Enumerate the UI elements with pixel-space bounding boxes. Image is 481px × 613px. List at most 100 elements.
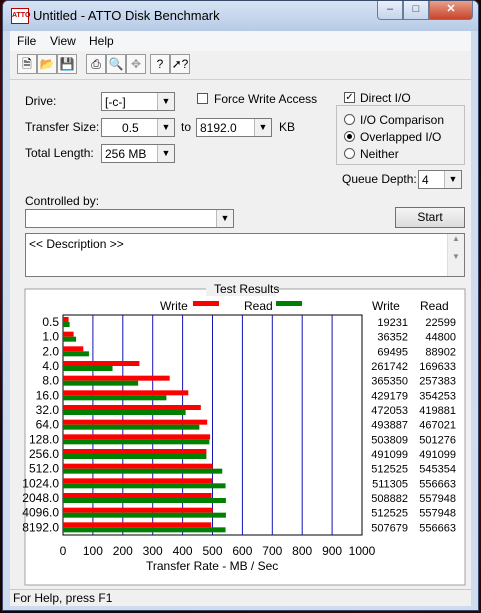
read-value: 556663 [419,522,456,534]
x-axis-label: Transfer Rate - MB / Sec [146,559,278,573]
x-tick-label: 100 [83,544,103,558]
category-label: 64.0 [36,418,60,432]
x-tick-label: 400 [173,544,193,558]
write-value: 36352 [377,332,408,344]
read-column-header: Read [420,299,449,313]
write-value: 69495 [377,346,408,358]
results-title: Test Results [214,282,279,296]
category-label: 4.0 [42,359,59,373]
write-bar [63,449,207,454]
read-value: 545354 [419,464,456,476]
client-area: File View Help 🗎 📂 💾 ⎙ 🔍 ✥ ? ➚? Drive: [… [10,31,471,606]
x-tick-label: 1000 [349,544,376,558]
read-bar [63,527,226,533]
x-tick-label: 0 [60,544,67,558]
read-value: 501276 [419,434,456,446]
x-tick-label: 300 [143,544,163,558]
write-bar [63,507,213,513]
category-label: 16.0 [36,388,60,402]
atto-app-icon: ATTO [11,8,30,24]
close-button[interactable]: ✕ [429,1,473,20]
x-tick-label: 900 [322,544,342,558]
read-bar [63,468,223,474]
write-value: 508882 [371,493,408,505]
read-value: 257383 [419,376,456,388]
category-label: 512.0 [29,462,59,476]
read-value: 169633 [419,361,456,373]
write-bar [63,346,84,352]
x-tick-label: 600 [232,544,252,558]
read-bar [63,424,200,430]
category-label: 4096.0 [22,506,59,520]
write-bar [63,434,211,440]
read-value: 557948 [419,493,456,505]
status-bar: For Help, press F1 [10,589,471,606]
write-bar [63,331,74,337]
read-bar [63,439,210,445]
write-bar [63,463,213,469]
category-label: 1.0 [42,330,59,344]
x-tick-label: 700 [262,544,282,558]
category-label: 8192.0 [22,520,59,534]
legend-write-label: Write [160,299,188,313]
write-value: 512525 [371,508,408,520]
x-tick-label: 800 [292,544,312,558]
write-bar [63,317,69,322]
write-value: 491099 [371,449,408,461]
read-bar [63,498,226,503]
category-label: 128.0 [29,432,59,446]
write-value: 493887 [371,420,408,432]
x-tick-label: 500 [202,544,222,558]
legend-write-swatch [193,301,219,306]
category-label: 8.0 [42,374,59,388]
category-label: 2048.0 [22,491,59,505]
category-label: 256.0 [29,447,59,461]
read-bar [63,410,186,415]
status-text: For Help, press F1 [13,591,113,605]
read-bar [63,322,70,327]
write-value: 511305 [372,478,408,490]
maximize-button[interactable]: □ [403,1,429,20]
read-bar [63,512,226,518]
write-value: 365350 [371,376,408,388]
category-label: 1024.0 [22,476,59,490]
category-label: 32.0 [36,403,60,417]
write-column-header: Write [372,299,400,313]
read-value: 22599 [425,317,456,329]
write-bar [63,419,208,425]
write-bar [63,390,189,396]
write-bar [63,478,213,484]
read-bar [63,351,89,357]
minimize-button[interactable]: – [377,1,403,20]
read-value: 419881 [419,405,456,417]
legend-read-label: Read [244,299,273,313]
read-value: 88902 [425,346,456,358]
read-bar [63,395,167,401]
read-value: 557948 [419,508,456,520]
app-window: ATTO Untitled - ATTO Disk Benchmark – □ … [2,0,479,611]
test-results-chart: Test Results Write Read Write Read Trans… [22,282,466,586]
category-label: 0.5 [42,315,59,329]
read-value: 491099 [419,449,456,461]
write-value: 472053 [371,405,408,417]
read-bar [63,454,207,459]
write-value: 429179 [371,390,408,402]
read-bar [63,380,139,386]
read-value: 467021 [419,420,456,432]
write-value: 19231 [377,317,408,329]
read-value: 354253 [419,390,456,402]
category-label: 2.0 [42,344,59,358]
x-tick-label: 200 [113,544,133,558]
read-bar [63,483,226,489]
write-bar [63,493,212,498]
write-bar [63,405,201,410]
write-value: 512525 [371,464,408,476]
read-bar [63,336,77,342]
window-title: Untitled - ATTO Disk Benchmark [33,8,220,23]
write-value: 503809 [371,434,408,446]
read-value: 44800 [425,332,456,344]
title-bar[interactable]: ATTO Untitled - ATTO Disk Benchmark – □ … [3,1,478,31]
write-bar [63,522,212,528]
write-bar [63,375,170,381]
read-value: 556663 [419,478,456,490]
